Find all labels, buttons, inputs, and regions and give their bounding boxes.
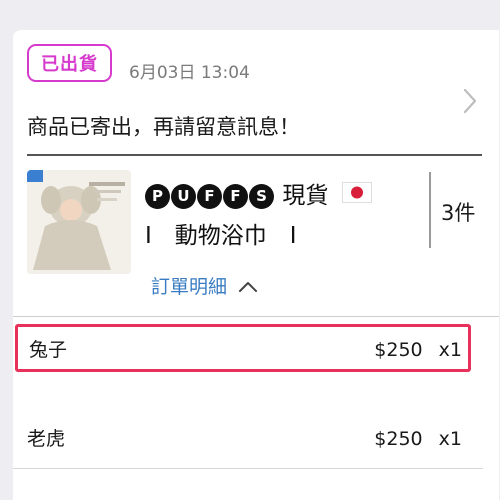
- hooded-towel-product-photo-icon: [27, 170, 131, 274]
- status-message[interactable]: 商品已寄出，再請留意訊息！: [27, 112, 300, 142]
- line-item-name: 老虎: [27, 428, 66, 450]
- status-badge: 已出貨: [27, 44, 112, 82]
- item-count: 3件: [441, 201, 476, 225]
- line-item-highlighted[interactable]: 兔子 $250 x1: [15, 324, 471, 372]
- bottom-divider: [13, 468, 483, 469]
- title-suffix: 現貨: [282, 183, 329, 209]
- order-card: 已出貨 6月03日 13:04 商品已寄出，再請留意訊息！ PUFFS 現貨 I…: [13, 30, 499, 500]
- line-item-price: $250: [374, 339, 423, 361]
- title-letter: U: [171, 184, 196, 209]
- line-item-price-qty: $250 x1: [374, 427, 462, 451]
- product-title-line-2: I 動物浴巾 I: [145, 223, 297, 249]
- product-title-line-1: PUFFS 現貨: [145, 176, 405, 216]
- japan-flag-icon: [342, 182, 373, 203]
- line-item-price-qty: $250 x1: [374, 338, 462, 362]
- line-item-qty: x1: [438, 428, 462, 450]
- product-title[interactable]: PUFFS 現貨 I 動物浴巾 I: [145, 176, 405, 256]
- line-item[interactable]: 老虎 $250 x1: [13, 413, 499, 461]
- line-item-qty: x1: [438, 339, 462, 361]
- title-letter: S: [249, 184, 274, 209]
- order-details-toggle[interactable]: 訂單明細: [151, 274, 259, 300]
- product-thumbnail[interactable]: [27, 170, 131, 274]
- chevron-right-icon[interactable]: [459, 86, 481, 116]
- order-details-label: 訂單明細: [151, 276, 228, 298]
- count-divider: [429, 172, 431, 248]
- line-item-price: $250: [374, 428, 423, 450]
- order-datetime: 6月03日 13:04: [129, 63, 250, 83]
- title-letter: P: [145, 184, 170, 209]
- header-divider: [27, 154, 482, 156]
- line-item-name: 兔子: [29, 339, 68, 361]
- title-letter: F: [197, 184, 222, 209]
- chevron-up-icon: [239, 282, 258, 292]
- title-letter: F: [223, 184, 248, 209]
- details-divider: [13, 316, 499, 317]
